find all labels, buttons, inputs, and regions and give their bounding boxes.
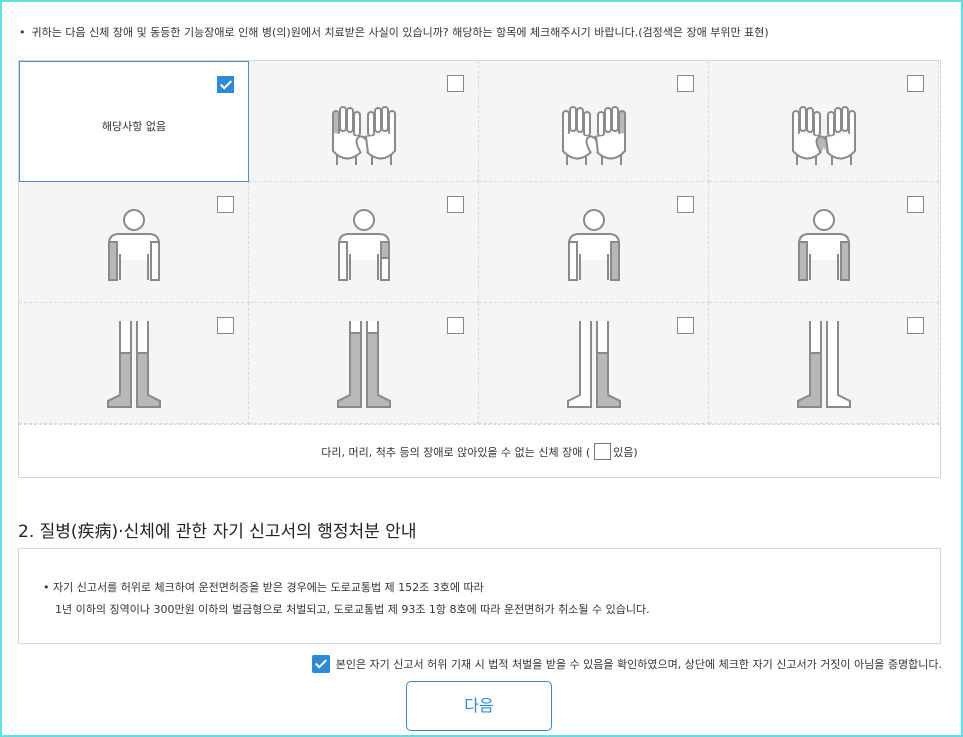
right-leg-icon xyxy=(567,321,621,408)
left-leg-icon xyxy=(797,321,851,408)
option-none[interactable]: 해당사항 없음 xyxy=(19,61,249,182)
cannot-sit-row: 다리, 머리, 척추 등의 장애로 앉아있을 수 없는 신체 장애 ( 있음) xyxy=(19,424,940,478)
notice-line-1: • 자기 신고서를 허위로 체크하여 운전면허증을 받은 경우에는 도로교통법 … xyxy=(43,581,484,594)
left-arm-icon xyxy=(108,209,160,281)
bullet: • xyxy=(19,26,26,39)
both-arms-icon xyxy=(798,209,850,281)
disability-grid: 다리, 머리, 척추 등의 장애로 앉아있을 수 없는 신체 장애 ( 있음) … xyxy=(18,60,941,478)
option-hands-1[interactable] xyxy=(249,61,479,182)
option-arms-3[interactable] xyxy=(709,182,939,303)
both-hands-thumbs-icon xyxy=(792,106,856,165)
option-legs-0[interactable] xyxy=(19,303,249,424)
option-hands-2[interactable] xyxy=(479,61,709,182)
next-button[interactable]: 다음 xyxy=(406,681,552,731)
both-legs-full-icon xyxy=(337,321,391,408)
right-arm-icon xyxy=(568,209,620,281)
confirm-row: 본인은 자기 신고서 허위 기재 시 법적 처벌을 받을 수 있음을 확인하였으… xyxy=(311,655,942,673)
right-upper-arm-icon xyxy=(338,209,390,281)
question-text: • 귀하는 다음 신체 장애 및 동등한 기능장애로 인해 병(의)원에서 치료받… xyxy=(19,24,769,40)
confirm-checkbox[interactable] xyxy=(311,655,330,673)
confirm-label: 본인은 자기 신고서 허위 기재 시 법적 처벌을 받을 수 있음을 확인하였으… xyxy=(335,658,942,671)
both-legs-lower-icon xyxy=(107,321,161,408)
option-arms-0[interactable] xyxy=(19,182,249,303)
both-hands-left-fingers-icon xyxy=(332,106,396,165)
notice-box: • 자기 신고서를 허위로 체크하여 운전면허증을 받은 경우에는 도로교통법 … xyxy=(18,548,941,644)
option-arms-1[interactable] xyxy=(249,182,479,303)
option-hands-3[interactable] xyxy=(709,61,939,182)
option-legs-2[interactable] xyxy=(479,303,709,424)
notice-line-2: 1년 이하의 징역이나 300만원 이하의 벌금형으로 처벌되고, 도로교통법 … xyxy=(55,603,650,616)
none-label: 해당사항 없음 xyxy=(101,120,167,133)
cannot-sit-label: 다리, 머리, 척추 등의 장애로 앉아있을 수 없는 신체 장애 ( xyxy=(321,445,591,459)
option-arms-2[interactable] xyxy=(479,182,709,303)
both-hands-right-fingers-icon xyxy=(562,106,626,165)
question-label: 귀하는 다음 신체 장애 및 동등한 기능장애로 인해 병(의)원에서 치료받은… xyxy=(31,26,769,39)
section-title: 2. 질병(疾病)·신체에 관한 자기 신고서의 행정처분 안내 xyxy=(18,522,417,542)
cannot-sit-label-suffix: 있음) xyxy=(613,445,638,459)
option-legs-3[interactable] xyxy=(709,303,939,424)
option-legs-1[interactable] xyxy=(249,303,479,424)
option-checkbox[interactable] xyxy=(217,76,234,93)
cannot-sit-checkbox[interactable] xyxy=(594,443,612,460)
